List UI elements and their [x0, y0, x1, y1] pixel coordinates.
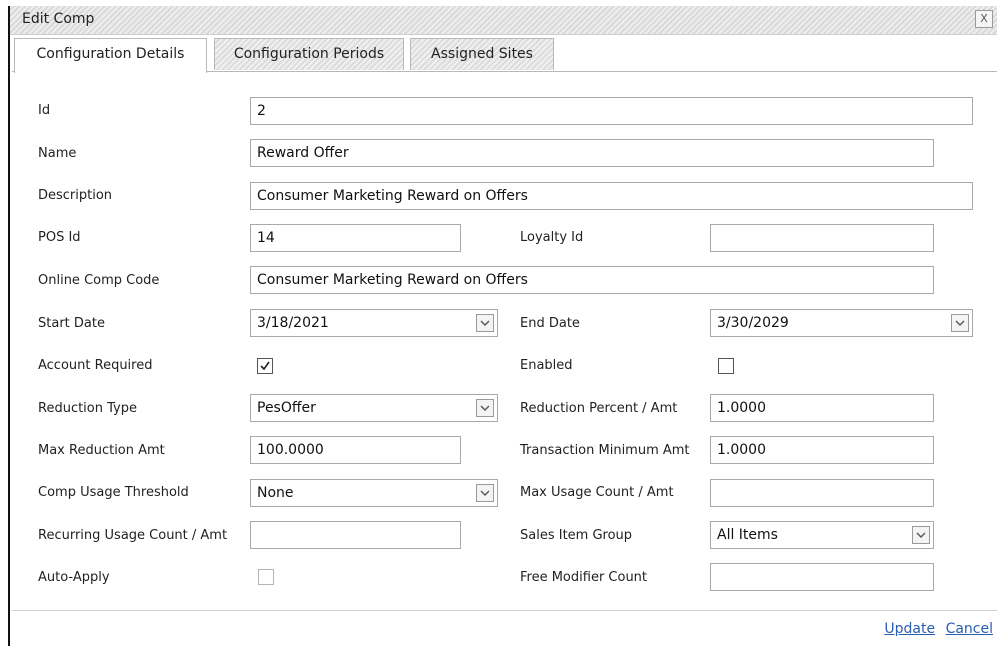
- reduction-percent-label: Reduction Percent / Amt: [520, 401, 678, 416]
- start-date-value: 3/18/2021: [257, 315, 329, 331]
- tab-label: Assigned Sites: [431, 46, 533, 62]
- chevron-down-icon[interactable]: [912, 526, 930, 544]
- comp-usage-threshold-select[interactable]: None: [250, 479, 498, 507]
- loyalty-id-label: Loyalty Id: [520, 230, 584, 245]
- dialog-titlebar[interactable]: Edit Comp X: [10, 6, 997, 35]
- account-required-label: Account Required: [38, 358, 153, 373]
- id-field[interactable]: [250, 97, 973, 125]
- pos-id-label: POS Id: [38, 230, 81, 245]
- free-modifier-count-label: Free Modifier Count: [520, 570, 648, 585]
- reduction-type-select[interactable]: PesOffer: [250, 394, 498, 422]
- auto-apply-label: Auto-Apply: [38, 570, 110, 585]
- chevron-down-icon[interactable]: [951, 314, 969, 332]
- update-link[interactable]: Update: [884, 621, 935, 637]
- chevron-down-icon[interactable]: [476, 314, 494, 332]
- name-label: Name: [38, 146, 77, 161]
- comp-usage-threshold-value: None: [257, 485, 294, 501]
- cancel-link[interactable]: Cancel: [946, 621, 993, 637]
- tab-label: Configuration Periods: [233, 46, 385, 62]
- loyalty-id-field[interactable]: [710, 224, 934, 252]
- free-modifier-count-field[interactable]: [710, 563, 934, 591]
- comp-usage-threshold-label: Comp Usage Threshold: [38, 485, 189, 500]
- start-date-label: Start Date: [38, 316, 105, 331]
- online-comp-code-field[interactable]: [250, 266, 934, 294]
- chevron-down-icon[interactable]: [476, 399, 494, 417]
- enabled-label: Enabled: [520, 358, 573, 373]
- name-field[interactable]: [250, 139, 934, 167]
- reduction-type-value: PesOffer: [257, 400, 316, 416]
- end-date-value: 3/30/2029: [717, 315, 789, 331]
- id-label: Id: [38, 103, 51, 118]
- pos-id-field[interactable]: [250, 224, 461, 252]
- checkmark-icon: [260, 361, 270, 371]
- max-reduction-amt-field[interactable]: [250, 436, 461, 464]
- enabled-checkbox[interactable]: [718, 358, 734, 374]
- sales-item-group-label: Sales Item Group: [520, 528, 633, 543]
- dialog-footer: Update Cancel: [878, 621, 993, 637]
- reduction-percent-field[interactable]: [710, 394, 934, 422]
- sales-item-group-select[interactable]: All Items: [710, 521, 934, 549]
- online-comp-code-label: Online Comp Code: [38, 273, 160, 288]
- tab-label: Configuration Details: [36, 46, 185, 62]
- max-usage-count-field[interactable]: [710, 479, 934, 507]
- close-button[interactable]: X: [975, 10, 993, 28]
- max-usage-count-label: Max Usage Count / Amt: [520, 485, 674, 500]
- reduction-type-label: Reduction Type: [38, 401, 137, 416]
- max-reduction-amt-label: Max Reduction Amt: [38, 443, 165, 458]
- transaction-min-amt-field[interactable]: [710, 436, 934, 464]
- description-label: Description: [38, 188, 113, 203]
- form-panel: Id Name Description POS Id Loyalty Id On…: [12, 71, 997, 611]
- sales-item-group-value: All Items: [717, 527, 778, 543]
- start-date-picker[interactable]: 3/18/2021: [250, 309, 498, 337]
- account-required-checkbox[interactable]: [257, 358, 273, 374]
- tab-configuration-periods[interactable]: Configuration Periods: [214, 38, 404, 70]
- tab-assigned-sites[interactable]: Assigned Sites: [410, 38, 554, 70]
- dialog-title: Edit Comp: [22, 11, 95, 27]
- dialog-left-border: [8, 6, 10, 646]
- end-date-label: End Date: [520, 316, 580, 331]
- end-date-picker[interactable]: 3/30/2029: [710, 309, 973, 337]
- transaction-min-amt-label: Transaction Minimum Amt: [520, 443, 690, 458]
- recurring-usage-count-label: Recurring Usage Count / Amt: [38, 528, 228, 543]
- auto-apply-checkbox[interactable]: [258, 569, 274, 585]
- close-icon: X: [980, 12, 988, 25]
- recurring-usage-count-field[interactable]: [250, 521, 461, 549]
- chevron-down-icon[interactable]: [476, 484, 494, 502]
- tab-configuration-details[interactable]: Configuration Details: [14, 38, 207, 73]
- description-field[interactable]: [250, 182, 973, 210]
